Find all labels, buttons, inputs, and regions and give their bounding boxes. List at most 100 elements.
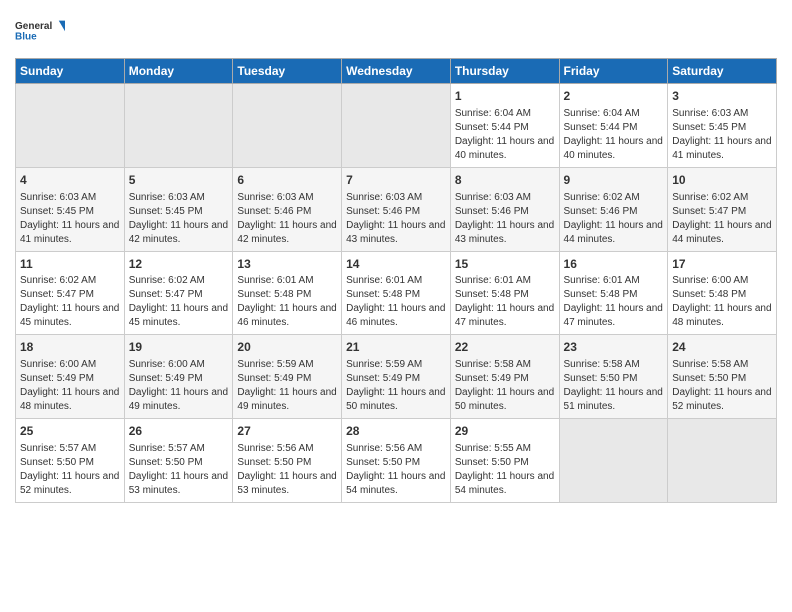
day-info: Sunrise: 5:57 AM Sunset: 5:50 PM Dayligh…	[129, 442, 229, 498]
calendar-cell: 9Sunrise: 6:02 AM Sunset: 5:46 PM Daylig…	[559, 167, 668, 251]
calendar-cell: 4 Sunrise: 6:03 AM Sunset: 5:45 PM Daylig…	[16, 167, 125, 251]
header-cell-monday: Monday	[124, 59, 233, 84]
header-cell-wednesday: Wednesday	[342, 59, 451, 84]
calendar-cell: 10 Sunrise: 6:02 AM Sunset: 5:47 PM Dayli…	[668, 167, 777, 251]
day-info: Sunrise: 6:00 AM Sunset: 5:49 PM Dayligh…	[20, 358, 120, 414]
day-info: Sunrise: 6:00 AM Sunset: 5:49 PM Dayligh…	[129, 358, 229, 414]
day-info: Sunrise: 6:03 AM Sunset: 5:45 PM Dayligh…	[129, 191, 229, 247]
calendar-cell: 27 Sunrise: 5:56 AM Sunset: 5:50 PM Dayli…	[233, 419, 342, 503]
day-number: 7	[346, 172, 446, 189]
day-info: Sunrise: 6:03 AM Sunset: 5:46 PM Dayligh…	[346, 191, 446, 247]
calendar-cell	[668, 419, 777, 503]
day-info: Sunrise: 5:59 AM Sunset: 5:49 PM Dayligh…	[346, 358, 446, 414]
day-info: Sunrise: 6:01 AM Sunset: 5:48 PM Dayligh…	[455, 274, 555, 330]
day-number: 25	[20, 423, 120, 440]
day-info: Sunrise: 6:03 AM Sunset: 5:45 PM Dayligh…	[20, 191, 120, 247]
header-cell-sunday: Sunday	[16, 59, 125, 84]
day-info: Sunrise: 6:03 AM Sunset: 5:46 PM Dayligh…	[237, 191, 337, 247]
day-info: Sunrise: 5:58 AM Sunset: 5:49 PM Dayligh…	[455, 358, 555, 414]
day-info: Sunrise: 6:04 AM Sunset: 5:44 PM Dayligh…	[564, 107, 664, 163]
calendar-cell: 16Sunrise: 6:01 AM Sunset: 5:48 PM Dayli…	[559, 251, 668, 335]
day-number: 23	[564, 339, 664, 356]
svg-text:General: General	[15, 21, 52, 32]
day-info: Sunrise: 6:01 AM Sunset: 5:48 PM Dayligh…	[564, 274, 664, 330]
calendar-cell: 2 Sunrise: 6:04 AM Sunset: 5:44 PM Daylig…	[559, 84, 668, 168]
day-number: 4	[20, 172, 120, 189]
day-info: Sunrise: 5:58 AM Sunset: 5:50 PM Dayligh…	[564, 358, 664, 414]
logo-svg: General Blue	[15, 10, 65, 50]
day-number: 22	[455, 339, 555, 356]
day-info: Sunrise: 5:58 AM Sunset: 5:50 PM Dayligh…	[672, 358, 772, 414]
day-number: 12	[129, 256, 229, 273]
day-info: Sunrise: 6:02 AM Sunset: 5:46 PM Dayligh…	[564, 191, 664, 247]
calendar-cell	[16, 84, 125, 168]
day-number: 5	[129, 172, 229, 189]
day-info: Sunrise: 6:01 AM Sunset: 5:48 PM Dayligh…	[346, 274, 446, 330]
calendar-week-5: 25 Sunrise: 5:57 AM Sunset: 5:50 PM Dayli…	[16, 419, 777, 503]
calendar-cell: 14Sunrise: 6:01 AM Sunset: 5:48 PM Dayli…	[342, 251, 451, 335]
calendar-cell: 3 Sunrise: 6:03 AM Sunset: 5:45 PM Daylig…	[668, 84, 777, 168]
calendar-cell: 7 Sunrise: 6:03 AM Sunset: 5:46 PM Daylig…	[342, 167, 451, 251]
day-number: 11	[20, 256, 120, 273]
day-number: 19	[129, 339, 229, 356]
calendar-body: 1 Sunrise: 6:04 AM Sunset: 5:44 PM Daylig…	[16, 84, 777, 503]
day-number: 21	[346, 339, 446, 356]
calendar-cell: 25 Sunrise: 5:57 AM Sunset: 5:50 PM Dayli…	[16, 419, 125, 503]
calendar-header: SundayMondayTuesdayWednesdayThursdayFrid…	[16, 59, 777, 84]
calendar-table: SundayMondayTuesdayWednesdayThursdayFrid…	[15, 58, 777, 503]
header-cell-saturday: Saturday	[668, 59, 777, 84]
day-number: 1	[455, 88, 555, 105]
day-info: Sunrise: 6:04 AM Sunset: 5:44 PM Dayligh…	[455, 107, 555, 163]
day-info: Sunrise: 5:57 AM Sunset: 5:50 PM Dayligh…	[20, 442, 120, 498]
day-info: Sunrise: 6:02 AM Sunset: 5:47 PM Dayligh…	[129, 274, 229, 330]
calendar-cell	[559, 419, 668, 503]
calendar-cell: 6 Sunrise: 6:03 AM Sunset: 5:46 PM Daylig…	[233, 167, 342, 251]
day-info: Sunrise: 5:56 AM Sunset: 5:50 PM Dayligh…	[346, 442, 446, 498]
calendar-cell	[124, 84, 233, 168]
day-number: 2	[564, 88, 664, 105]
day-number: 20	[237, 339, 337, 356]
calendar-cell: 18 Sunrise: 6:00 AM Sunset: 5:49 PM Dayli…	[16, 335, 125, 419]
day-number: 27	[237, 423, 337, 440]
calendar-week-3: 11Sunrise: 6:02 AM Sunset: 5:47 PM Dayli…	[16, 251, 777, 335]
day-number: 10	[672, 172, 772, 189]
day-info: Sunrise: 6:03 AM Sunset: 5:45 PM Dayligh…	[672, 107, 772, 163]
day-number: 14	[346, 256, 446, 273]
calendar-cell: 29Sunrise: 5:55 AM Sunset: 5:50 PM Dayli…	[450, 419, 559, 503]
day-info: Sunrise: 6:01 AM Sunset: 5:48 PM Dayligh…	[237, 274, 337, 330]
day-number: 16	[564, 256, 664, 273]
calendar-cell: 20 Sunrise: 5:59 AM Sunset: 5:49 PM Dayli…	[233, 335, 342, 419]
day-number: 6	[237, 172, 337, 189]
header-row: SundayMondayTuesdayWednesdayThursdayFrid…	[16, 59, 777, 84]
day-info: Sunrise: 6:00 AM Sunset: 5:48 PM Dayligh…	[672, 274, 772, 330]
header-cell-thursday: Thursday	[450, 59, 559, 84]
calendar-cell: 13Sunrise: 6:01 AM Sunset: 5:48 PM Dayli…	[233, 251, 342, 335]
day-number: 17	[672, 256, 772, 273]
calendar-week-2: 4 Sunrise: 6:03 AM Sunset: 5:45 PM Daylig…	[16, 167, 777, 251]
day-number: 3	[672, 88, 772, 105]
day-number: 24	[672, 339, 772, 356]
calendar-cell	[233, 84, 342, 168]
day-number: 13	[237, 256, 337, 273]
calendar-cell: 26 Sunrise: 5:57 AM Sunset: 5:50 PM Dayli…	[124, 419, 233, 503]
calendar-cell: 15Sunrise: 6:01 AM Sunset: 5:48 PM Dayli…	[450, 251, 559, 335]
calendar-cell: 22 Sunrise: 5:58 AM Sunset: 5:49 PM Dayli…	[450, 335, 559, 419]
day-number: 18	[20, 339, 120, 356]
page-header: General Blue	[15, 10, 777, 50]
day-number: 15	[455, 256, 555, 273]
calendar-week-4: 18 Sunrise: 6:00 AM Sunset: 5:49 PM Dayli…	[16, 335, 777, 419]
calendar-cell: 19 Sunrise: 6:00 AM Sunset: 5:49 PM Dayli…	[124, 335, 233, 419]
svg-text:Blue: Blue	[15, 31, 37, 42]
day-number: 29	[455, 423, 555, 440]
day-number: 8	[455, 172, 555, 189]
calendar-cell: 1 Sunrise: 6:04 AM Sunset: 5:44 PM Daylig…	[450, 84, 559, 168]
day-info: Sunrise: 6:02 AM Sunset: 5:47 PM Dayligh…	[20, 274, 120, 330]
header-cell-tuesday: Tuesday	[233, 59, 342, 84]
calendar-cell: 21 Sunrise: 5:59 AM Sunset: 5:49 PM Dayli…	[342, 335, 451, 419]
day-number: 28	[346, 423, 446, 440]
day-info: Sunrise: 6:02 AM Sunset: 5:47 PM Dayligh…	[672, 191, 772, 247]
day-info: Sunrise: 5:56 AM Sunset: 5:50 PM Dayligh…	[237, 442, 337, 498]
day-number: 26	[129, 423, 229, 440]
calendar-cell: 8Sunrise: 6:03 AM Sunset: 5:46 PM Daylig…	[450, 167, 559, 251]
day-info: Sunrise: 5:59 AM Sunset: 5:49 PM Dayligh…	[237, 358, 337, 414]
